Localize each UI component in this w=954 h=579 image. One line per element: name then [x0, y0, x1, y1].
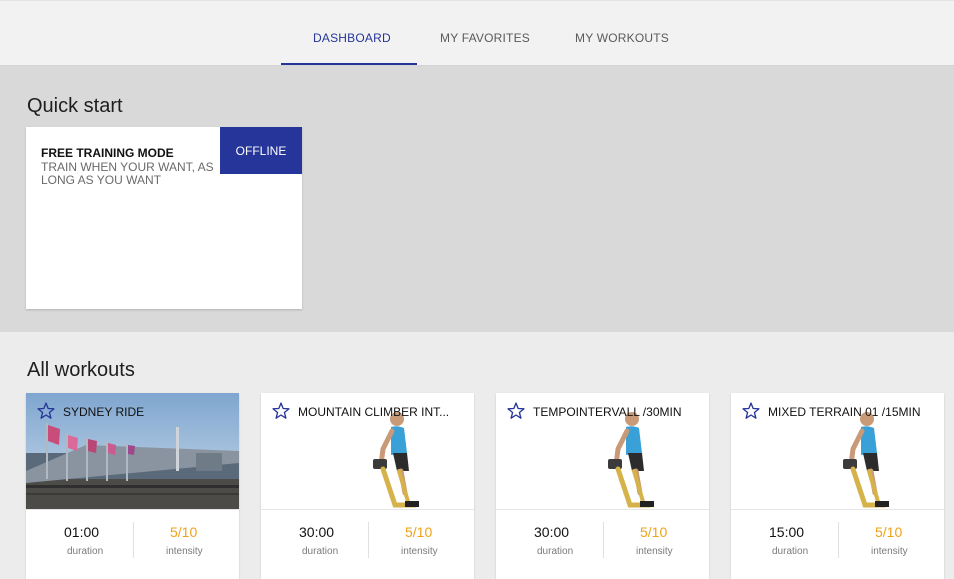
duration-label: duration: [772, 546, 809, 557]
duration-label: duration: [67, 546, 104, 557]
stats-divider: [368, 522, 369, 558]
duration-label: duration: [537, 546, 574, 557]
workout-stats: 01:00 duration 5/10 intensity: [26, 509, 239, 579]
workout-card[interactable]: TEMPOINTERVALL /30MIN 30:00 duration 5/1…: [496, 393, 709, 579]
cyclist-on-bike: [608, 412, 654, 508]
intensity-value: 5/10: [640, 524, 668, 540]
quick-start-title: Quick start: [27, 95, 123, 117]
cyclist-on-bike: [373, 412, 419, 508]
duration-label: duration: [302, 546, 339, 557]
duration-value: 30:00: [299, 524, 335, 540]
duration-value: 01:00: [64, 524, 100, 540]
intensity-value: 5/10: [170, 524, 198, 540]
workout-stats: 30:00 duration 5/10 intensity: [261, 509, 474, 579]
workout-title: TEMPOINTERVALL /30MIN: [533, 405, 682, 419]
duration-value: 30:00: [534, 524, 570, 540]
tab-dashboard[interactable]: DASHBOARD: [313, 31, 391, 45]
all-workouts-title: All workouts: [27, 359, 135, 381]
intensity-label: intensity: [401, 546, 438, 557]
offline-button[interactable]: OFFLINE: [220, 127, 302, 174]
duration-value: 15:00: [769, 524, 805, 540]
star-icon[interactable]: [741, 401, 761, 421]
workout-card[interactable]: MIXED TERRAIN 01 /15MIN 15:00 duration 5…: [731, 393, 944, 579]
cyclist-on-bike: [843, 412, 889, 508]
free-training-card[interactable]: FREE TRAINING MODE TRAIN WHEN YOUR WANT,…: [26, 127, 302, 309]
workout-stats: 15:00 duration 5/10 intensity: [731, 509, 944, 579]
workout-card[interactable]: MOUNTAIN CLIMBER INT... 30:00 duration 5…: [261, 393, 474, 579]
stats-divider: [603, 522, 604, 558]
star-icon[interactable]: [36, 401, 56, 421]
active-tab-indicator: [281, 63, 417, 65]
workout-title: SYDNEY RIDE: [63, 405, 145, 419]
free-training-subtitle: TRAIN WHEN YOUR WANT, AS LONG AS YOU WAN…: [41, 160, 214, 187]
intensity-label: intensity: [871, 546, 908, 557]
workout-stats: 30:00 duration 5/10 intensity: [496, 509, 709, 579]
intensity-label: intensity: [636, 546, 673, 557]
stats-divider: [838, 522, 839, 558]
intensity-value: 5/10: [875, 524, 903, 540]
star-icon[interactable]: [506, 401, 526, 421]
workout-card[interactable]: SYDNEY RIDE 01:00 duration 5/10 intensit…: [26, 393, 239, 579]
top-nav-bar: DASHBOARD MY FAVORITES MY WORKOUTS: [0, 0, 954, 66]
tab-my-favorites[interactable]: MY FAVORITES: [440, 31, 530, 45]
free-training-title: FREE TRAINING MODE: [41, 146, 174, 160]
intensity-label: intensity: [166, 546, 203, 557]
tab-my-workouts[interactable]: MY WORKOUTS: [575, 31, 669, 45]
workout-title: MOUNTAIN CLIMBER INT...: [298, 405, 450, 419]
workout-title: MIXED TERRAIN 01 /15MIN: [768, 405, 921, 419]
star-icon[interactable]: [271, 401, 291, 421]
intensity-value: 5/10: [405, 524, 433, 540]
stats-divider: [133, 522, 134, 558]
